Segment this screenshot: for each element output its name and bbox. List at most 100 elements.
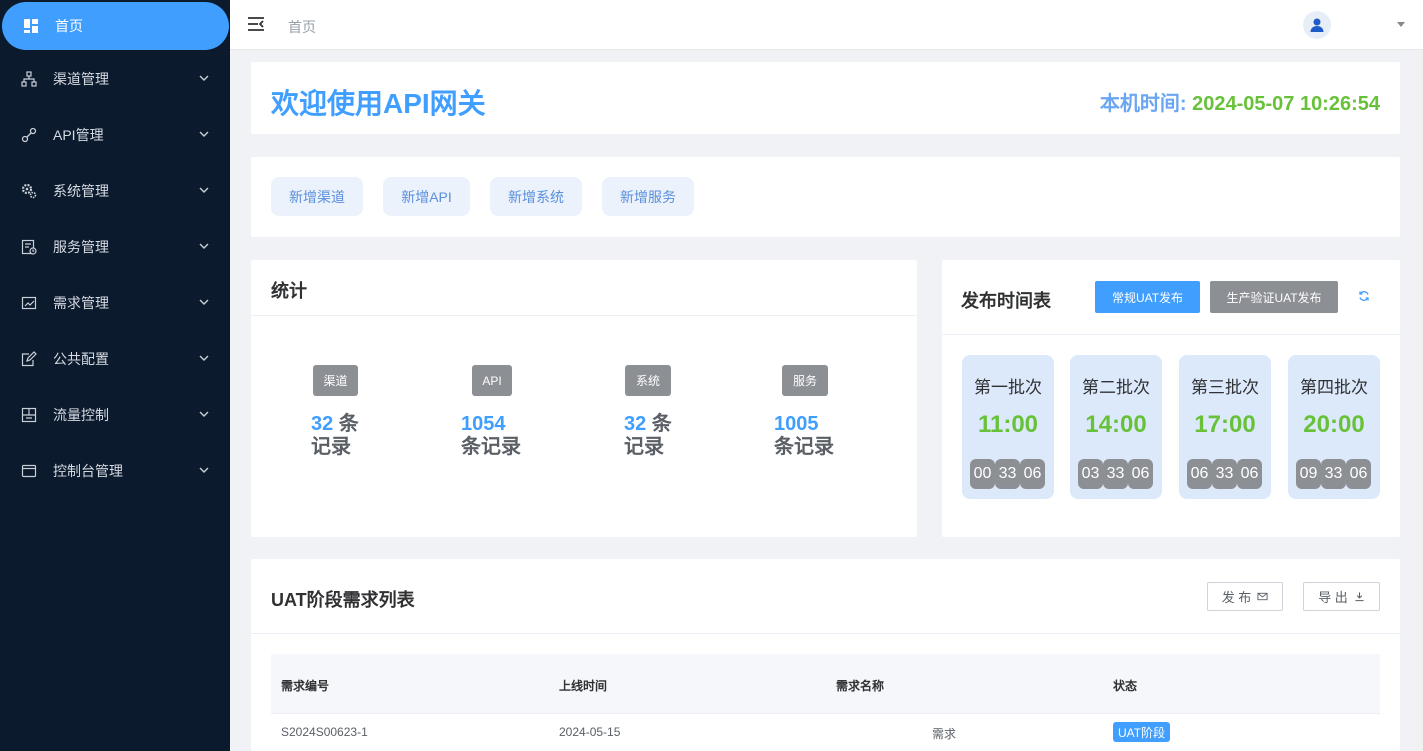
schedule-title: 发布时间表 <box>961 291 1051 311</box>
batch-name: 第一批次 <box>974 378 1042 397</box>
export-button[interactable]: 导 出 <box>1303 582 1380 611</box>
chevron-down-icon <box>199 411 209 417</box>
batch-time: 11:00 <box>977 411 1039 438</box>
traffic-grid-icon <box>20 406 38 424</box>
cell-name: 需求 <box>932 727 957 741</box>
batch-card: 第四批次 20:00 09 33 06 <box>1288 355 1380 499</box>
channel-tree-icon <box>20 70 38 88</box>
sidebar-item-service[interactable]: 服务管理 <box>0 223 230 271</box>
sidebar-item-label: API管理 <box>53 127 104 143</box>
add-service-button[interactable]: 新增服务 <box>602 177 694 216</box>
publish-button-label: 发 布 <box>1221 590 1252 605</box>
prod-verify-uat-release-button[interactable]: 生产验证UAT发布 <box>1210 281 1338 313</box>
link-icon <box>20 126 38 144</box>
batch-card: 第二批次 14:00 03 33 06 <box>1070 355 1162 499</box>
sidebar-item-home[interactable]: 首页 <box>2 2 229 50</box>
download-icon <box>1355 592 1364 602</box>
stat-count: 1054 条记录 <box>461 413 521 458</box>
edit-config-icon <box>20 350 38 368</box>
chevron-down-icon <box>199 467 209 473</box>
countdown-minutes: 33 <box>995 459 1020 489</box>
chevron-down-icon <box>199 355 209 361</box>
divider <box>251 633 1400 634</box>
batch-name: 第三批次 <box>1191 378 1259 397</box>
stats-card: 统计 渠道 32 条记录 API 1054 条记录 系统 32 条记录 服务 10… <box>251 260 917 537</box>
column-header-status: 状态 <box>1113 679 1138 693</box>
cell-id: S2024S00623-1 <box>281 725 368 739</box>
stat-tag: 服务 <box>782 365 828 396</box>
batch-card: 第三批次 17:00 06 33 06 <box>1179 355 1271 499</box>
sidebar-item-label: 控制台管理 <box>53 463 123 479</box>
sidebar-item-label: 流量控制 <box>53 407 109 423</box>
publish-button[interactable]: 发 布 <box>1207 582 1283 611</box>
divider <box>251 315 917 316</box>
page-title: 欢迎使用API网关 <box>271 88 486 119</box>
countdown-seconds: 06 <box>1020 459 1045 489</box>
batch-name: 第四批次 <box>1300 378 1368 397</box>
column-header-date: 上线时间 <box>559 679 608 693</box>
countdown-hours: 03 <box>1078 459 1103 489</box>
stat-count: 32 条记录 <box>624 413 672 458</box>
countdown-hours: 00 <box>970 459 995 489</box>
stat-count: 32 条记录 <box>311 413 359 458</box>
welcome-card: 欢迎使用API网关 本机时间: 2024-05-07 10:26:54 <box>251 62 1400 134</box>
sidebar-item-traffic[interactable]: 流量控制 <box>0 391 230 439</box>
demand-chart-icon <box>20 294 38 312</box>
batch-name: 第二批次 <box>1082 378 1150 397</box>
stat-tag: API <box>472 365 512 396</box>
batch-time: 20:00 <box>1303 411 1365 438</box>
refresh-icon[interactable] <box>1358 290 1370 302</box>
scrollbar[interactable] <box>1414 50 1423 751</box>
countdown-minutes: 33 <box>1212 459 1237 489</box>
countdown-hours: 06 <box>1187 459 1212 489</box>
divider <box>942 334 1400 335</box>
countdown-minutes: 33 <box>1103 459 1128 489</box>
sidebar-item-public-config[interactable]: 公共配置 <box>0 335 230 383</box>
table-row[interactable]: S2024S00623-1 2024-05-15 需求 UAT阶段 <box>271 713 1380 751</box>
uat-list-title: UAT阶段需求列表 <box>271 590 415 610</box>
service-doc-icon <box>20 238 38 256</box>
countdown-seconds: 06 <box>1346 459 1371 489</box>
sidebar-item-label: 首页 <box>55 18 83 34</box>
clock-value: 2024-05-07 10:26:54 <box>1192 93 1380 115</box>
status-badge: UAT阶段 <box>1113 722 1171 742</box>
caret-down-icon[interactable] <box>1397 22 1405 27</box>
countdown-seconds: 06 <box>1237 459 1262 489</box>
add-api-button[interactable]: 新增API <box>383 177 470 216</box>
stat-tag: 渠道 <box>313 365 358 396</box>
cell-date: 2024-05-15 <box>559 725 621 739</box>
sidebar-item-console[interactable]: 控制台管理 <box>0 447 230 495</box>
add-channel-button[interactable]: 新增渠道 <box>271 177 363 216</box>
stat-count: 1005 条记录 <box>774 413 834 458</box>
sidebar-item-demand[interactable]: 需求管理 <box>0 279 230 327</box>
console-window-icon <box>20 462 38 480</box>
countdown-minutes: 33 <box>1321 459 1346 489</box>
stat-tag: 系统 <box>625 365 671 396</box>
gear-icon <box>20 182 38 200</box>
column-header-id: 需求编号 <box>281 679 330 693</box>
release-schedule-card: 发布时间表 常规UAT发布 生产验证UAT发布 第一批次 11:00 00 33… <box>942 260 1400 537</box>
batch-card: 第一批次 11:00 00 33 06 <box>962 355 1054 499</box>
menu-fold-icon[interactable] <box>247 16 265 32</box>
sidebar-item-label: 公共配置 <box>53 351 109 367</box>
sidebar-item-system[interactable]: 系统管理 <box>0 167 230 215</box>
mail-icon <box>1257 592 1268 601</box>
quick-actions-card: 新增渠道 新增API 新增系统 新增服务 <box>251 157 1400 237</box>
local-clock: 本机时间: 2024-05-07 10:26:54 <box>1100 87 1380 116</box>
chevron-down-icon <box>199 187 209 193</box>
regular-uat-release-button[interactable]: 常规UAT发布 <box>1095 281 1200 313</box>
sidebar-item-channel[interactable]: 渠道管理 <box>0 55 230 103</box>
chevron-down-icon <box>199 131 209 137</box>
batch-time: 14:00 <box>1085 411 1147 438</box>
column-header-name: 需求名称 <box>836 679 885 693</box>
countdown-hours: 09 <box>1296 459 1321 489</box>
chevron-down-icon <box>199 243 209 249</box>
stats-title: 统计 <box>271 281 307 301</box>
breadcrumb[interactable]: 首页 <box>288 17 316 37</box>
export-button-label: 导 出 <box>1318 590 1348 605</box>
sidebar-item-api[interactable]: API管理 <box>0 111 230 159</box>
user-avatar-icon[interactable] <box>1303 11 1331 39</box>
add-system-button[interactable]: 新增系统 <box>490 177 582 216</box>
topbar: 首页 <box>230 0 1423 50</box>
sidebar: 首页 渠道管理 API管理 系统管理 服务管理 需求管理 公共配置 流量控制 控… <box>0 0 230 751</box>
